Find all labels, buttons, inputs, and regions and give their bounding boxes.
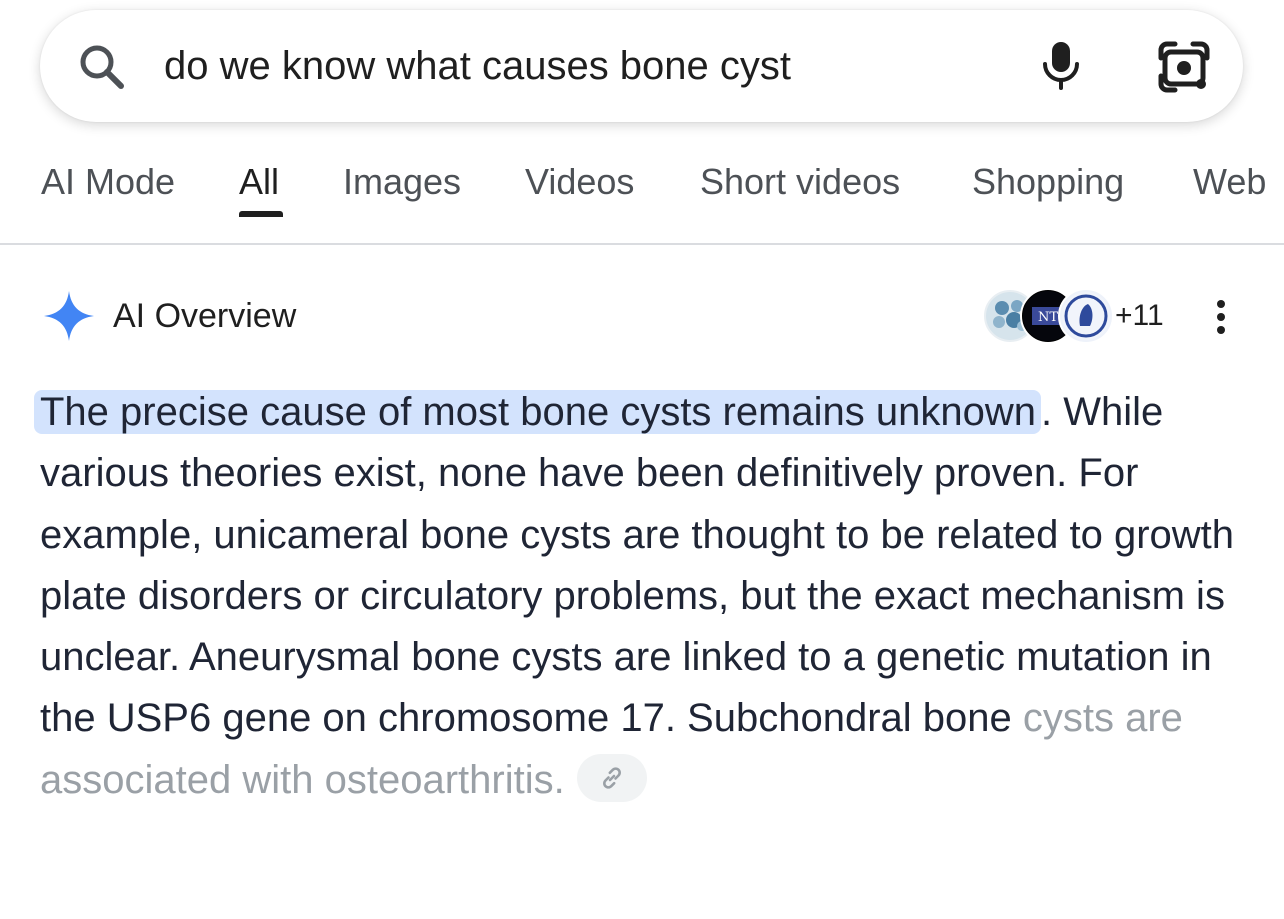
search-tabs: AI Mode All Images Videos Short videos S… (0, 140, 1284, 244)
tab-ai-mode[interactable]: AI Mode (41, 160, 175, 204)
seal-icon (1062, 292, 1110, 340)
search-icon (80, 45, 124, 89)
ai-overview-answer: The precise cause of most bone cysts rem… (34, 382, 1260, 811)
link-icon (602, 767, 621, 789)
ai-overview-title: AI Overview (113, 297, 297, 335)
answer-body: While various theories exist, none have … (40, 390, 1235, 741)
active-tab-indicator (239, 211, 283, 217)
tab-shopping[interactable]: Shopping (972, 160, 1124, 204)
search-bar[interactable]: do we know what causes bone cyst (40, 10, 1243, 122)
more-vert-icon[interactable] (1208, 297, 1234, 337)
tab-short-videos[interactable]: Short videos (700, 160, 900, 204)
ai-overview-header: AI Overview NT +11 (0, 275, 1284, 355)
nt-badge-text: NT (1038, 310, 1058, 325)
highlighted-answer[interactable]: The precise cause of most bone cysts rem… (34, 390, 1042, 434)
answer-period: . (1041, 390, 1053, 434)
more-sources-count[interactable]: +11 (1115, 297, 1164, 335)
tab-images[interactable]: Images (343, 160, 461, 204)
source-favicons[interactable]: NT (982, 288, 1114, 344)
tab-videos[interactable]: Videos (525, 160, 634, 204)
tabs-divider (0, 243, 1284, 245)
search-input[interactable]: do we know what causes bone cyst (164, 40, 791, 92)
google-lens-icon[interactable] (1157, 40, 1211, 94)
source-avatar-3 (1058, 288, 1114, 344)
microphone-icon[interactable] (1040, 40, 1082, 92)
tab-all[interactable]: All (239, 160, 279, 204)
gemini-sparkle-icon (44, 291, 94, 341)
tab-web[interactable]: Web (1193, 160, 1266, 204)
source-link-chip[interactable] (576, 754, 647, 803)
